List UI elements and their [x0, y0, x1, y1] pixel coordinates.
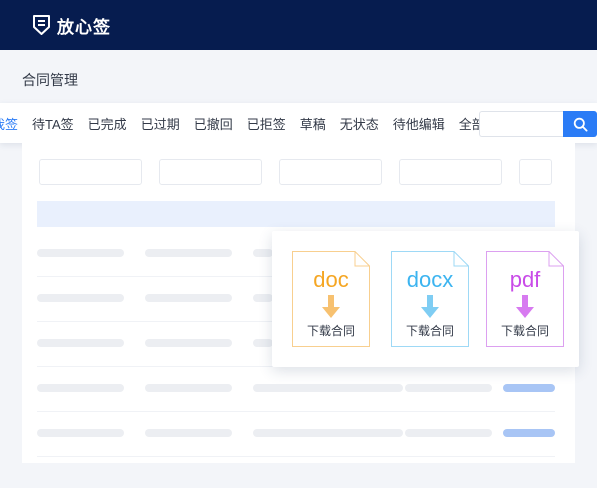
table-header: [37, 201, 555, 227]
placeholder-bar: [145, 429, 232, 437]
tab-waiting-others[interactable]: 待TA签: [32, 114, 74, 133]
placeholder-bar: [253, 429, 403, 437]
table-row[interactable]: [37, 368, 555, 412]
tab-waiting-edit[interactable]: 待他编辑: [393, 114, 445, 133]
tab-completed[interactable]: 已完成: [88, 114, 127, 133]
download-doc-button[interactable]: doc 下载合同: [292, 251, 370, 347]
filter-field[interactable]: [159, 159, 262, 185]
page-header: 合同管理: [0, 50, 597, 102]
tab-expired[interactable]: 已过期: [141, 114, 180, 133]
tab-my-sign[interactable]: 我签: [0, 114, 18, 133]
status-tab-bar: 我签 待TA签 已完成 已过期 已撤回 已拒签 草稿 无状态 待他编辑 全部: [0, 103, 597, 143]
tab-list: 我签 待TA签 已完成 已过期 已撤回 已拒签 草稿 无状态 待他编辑 全部: [0, 103, 499, 143]
top-navigation-bar: 放心签: [0, 0, 597, 50]
filter-field[interactable]: [39, 159, 142, 185]
file-extension: doc: [313, 267, 349, 292]
placeholder-bar: [37, 384, 124, 392]
status-bar: [503, 429, 555, 437]
tab-draft[interactable]: 草稿: [300, 114, 326, 133]
filter-field[interactable]: [519, 159, 552, 185]
table-row[interactable]: [37, 413, 555, 457]
placeholder-bar: [405, 384, 492, 392]
placeholder-bar: [37, 249, 124, 257]
download-docx-button[interactable]: docx 下载合同: [391, 251, 469, 347]
tab-no-status[interactable]: 无状态: [340, 114, 379, 133]
download-arrow-icon: [322, 295, 340, 318]
placeholder-bar: [253, 384, 403, 392]
search-icon: [573, 117, 588, 132]
download-arrow-icon: [421, 295, 439, 318]
placeholder-bar: [145, 294, 232, 302]
download-label: 下载合同: [405, 324, 454, 338]
placeholder-bar: [253, 249, 273, 257]
placeholder-bar: [145, 249, 232, 257]
download-pdf-button[interactable]: pdf 下载合同: [486, 251, 564, 347]
tab-rejected[interactable]: 已拒签: [247, 114, 286, 133]
download-label: 下载合同: [500, 324, 549, 338]
search-button[interactable]: [563, 111, 597, 137]
filter-field[interactable]: [399, 159, 502, 185]
filter-field[interactable]: [279, 159, 382, 185]
placeholder-bar: [37, 339, 124, 347]
page-title: 合同管理: [22, 72, 78, 88]
file-extension: pdf: [509, 267, 541, 292]
placeholder-bar: [37, 429, 124, 437]
brand-name: 放心签: [57, 17, 111, 37]
placeholder-bar: [405, 429, 492, 437]
placeholder-bar: [253, 294, 273, 302]
download-popup: doc 下载合同 docx 下载合同 pdf 下载合同: [272, 231, 579, 367]
search-input[interactable]: [479, 111, 563, 137]
placeholder-bar: [37, 294, 124, 302]
download-label: 下载合同: [306, 324, 355, 338]
placeholder-bar: [145, 339, 232, 347]
file-extension: docx: [406, 267, 454, 292]
shield-document-icon: [33, 15, 50, 35]
placeholder-bar: [253, 339, 273, 347]
placeholder-bar: [145, 384, 232, 392]
download-arrow-icon: [516, 295, 534, 318]
tab-withdrawn[interactable]: 已撤回: [194, 114, 233, 133]
status-bar: [503, 384, 555, 392]
